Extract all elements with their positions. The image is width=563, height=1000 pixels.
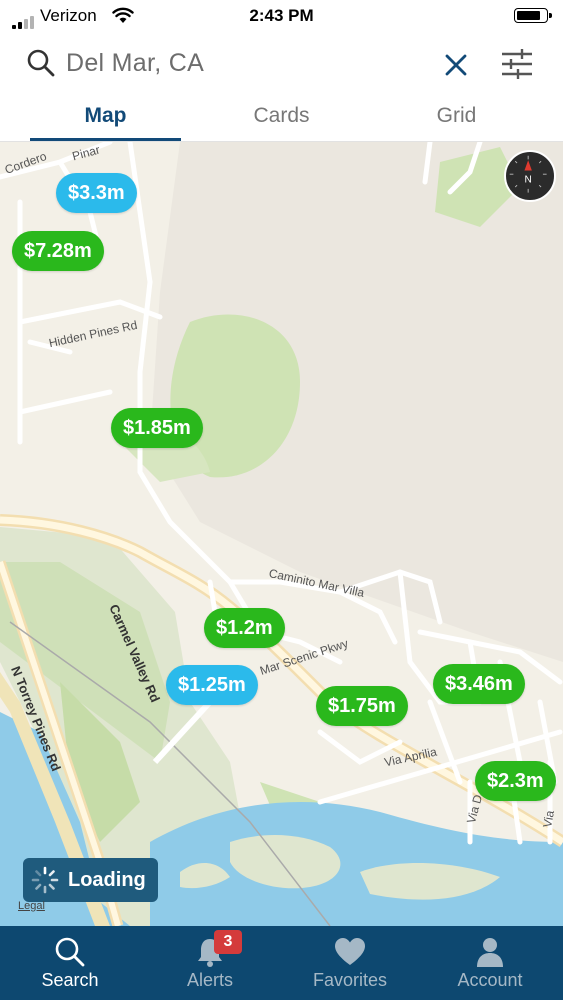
battery-icon	[514, 8, 552, 23]
filter-sliders-icon[interactable]	[500, 46, 534, 82]
tab-cards[interactable]: Cards	[206, 104, 357, 128]
clock: 2:43 PM	[249, 6, 314, 25]
price-pin[interactable]: $7.28m	[12, 231, 104, 271]
close-icon[interactable]	[441, 50, 471, 80]
legal-link[interactable]: Legal	[18, 900, 45, 912]
price-pin[interactable]: $1.75m	[316, 686, 408, 726]
road-label: Via	[540, 809, 557, 829]
search-bar: Del Mar, CA	[0, 32, 563, 96]
price-pin[interactable]: $1.85m	[111, 408, 203, 448]
status-bar: Verizon 2:43 PM	[0, 0, 563, 32]
compass-north-label: N	[524, 174, 531, 185]
price-pin[interactable]: $1.2m	[204, 608, 285, 648]
view-tabs: Map Cards Grid	[0, 96, 563, 142]
nav-favorites[interactable]: Favorites	[280, 926, 420, 1000]
heart-icon	[335, 938, 365, 965]
search-icon[interactable]	[26, 48, 56, 78]
loading-indicator: Loading	[23, 858, 158, 902]
nav-search[interactable]: Search	[0, 926, 140, 1000]
price-pin[interactable]: $3.3m	[56, 173, 137, 213]
spinner-icon	[31, 866, 59, 894]
nav-alerts-label: Alerts	[186, 970, 233, 990]
search-input[interactable]: Del Mar, CA	[66, 49, 204, 78]
tab-map[interactable]: Map	[30, 104, 181, 128]
price-pin[interactable]: $3.46m	[433, 664, 525, 704]
map-view[interactable]: Cordero Pinar Hidden Pines Rd Caminito M…	[0, 142, 563, 926]
tab-grid[interactable]: Grid	[381, 104, 532, 128]
price-pin[interactable]: $1.25m	[166, 665, 258, 705]
nav-search-label: Search	[41, 970, 99, 990]
nav-alerts[interactable]: Alerts	[140, 926, 280, 1000]
nav-favorites-label: Favorites	[312, 970, 388, 990]
search-icon	[55, 937, 85, 967]
person-icon	[477, 938, 503, 967]
active-tab-indicator	[30, 138, 181, 141]
loading-label: Loading	[68, 869, 146, 891]
price-pin[interactable]: $2.3m	[475, 761, 556, 801]
nav-account[interactable]: Account	[420, 926, 560, 1000]
bottom-tab-bar: Search Alerts 3 Favorites Account	[0, 926, 563, 1000]
nav-account-label: Account	[457, 970, 523, 990]
alerts-count-badge: 3	[214, 930, 242, 954]
compass-icon[interactable]: N	[504, 150, 556, 202]
